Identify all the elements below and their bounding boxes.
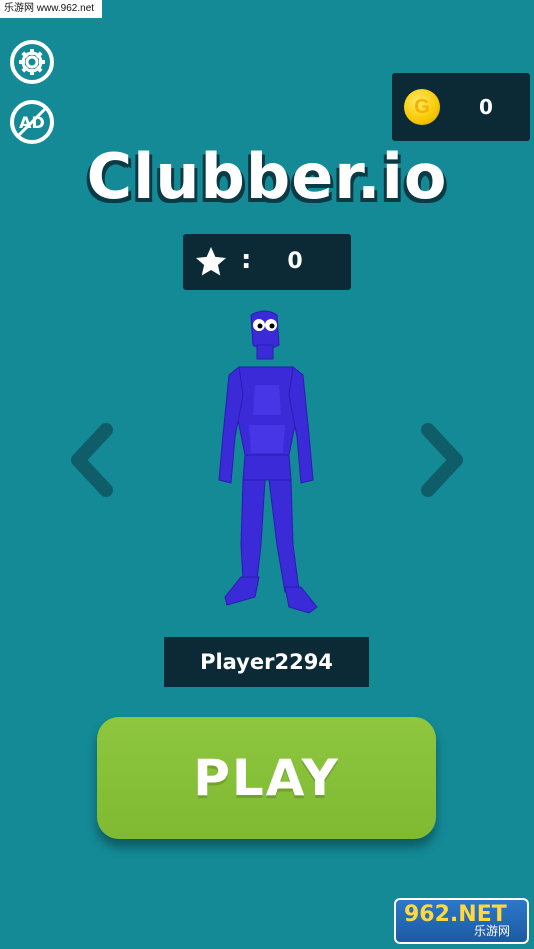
watermark-bottom: 962.NET 乐游网 [394,898,529,944]
gear-icon [19,49,45,75]
star-panel: : 0 [183,234,351,290]
chevron-left-icon [71,423,113,497]
star-separator: : [241,245,252,275]
star-icon [196,247,226,276]
player-character [205,305,330,620]
watermark-bottom-sub: 乐游网 [474,924,511,938]
watermark-top: 乐游网 www.962.net [0,0,102,18]
play-button-label: PLAY [193,749,340,807]
star-count: 0 [287,249,303,274]
player-name[interactable]: Player2294 [164,637,369,687]
previous-character-button[interactable] [62,420,122,500]
remove-ads-button[interactable]: AD [10,100,54,144]
play-button[interactable]: PLAY [97,717,436,839]
chevron-right-icon [421,423,463,497]
next-character-button[interactable] [412,420,472,500]
no-ads-icon: AD [17,107,47,137]
coin-icon: G [404,89,440,125]
coin-count: 0 [479,95,493,119]
settings-button[interactable] [10,40,54,84]
coin-panel: G 0 [392,73,530,141]
game-title: Clubber.io [86,140,448,213]
